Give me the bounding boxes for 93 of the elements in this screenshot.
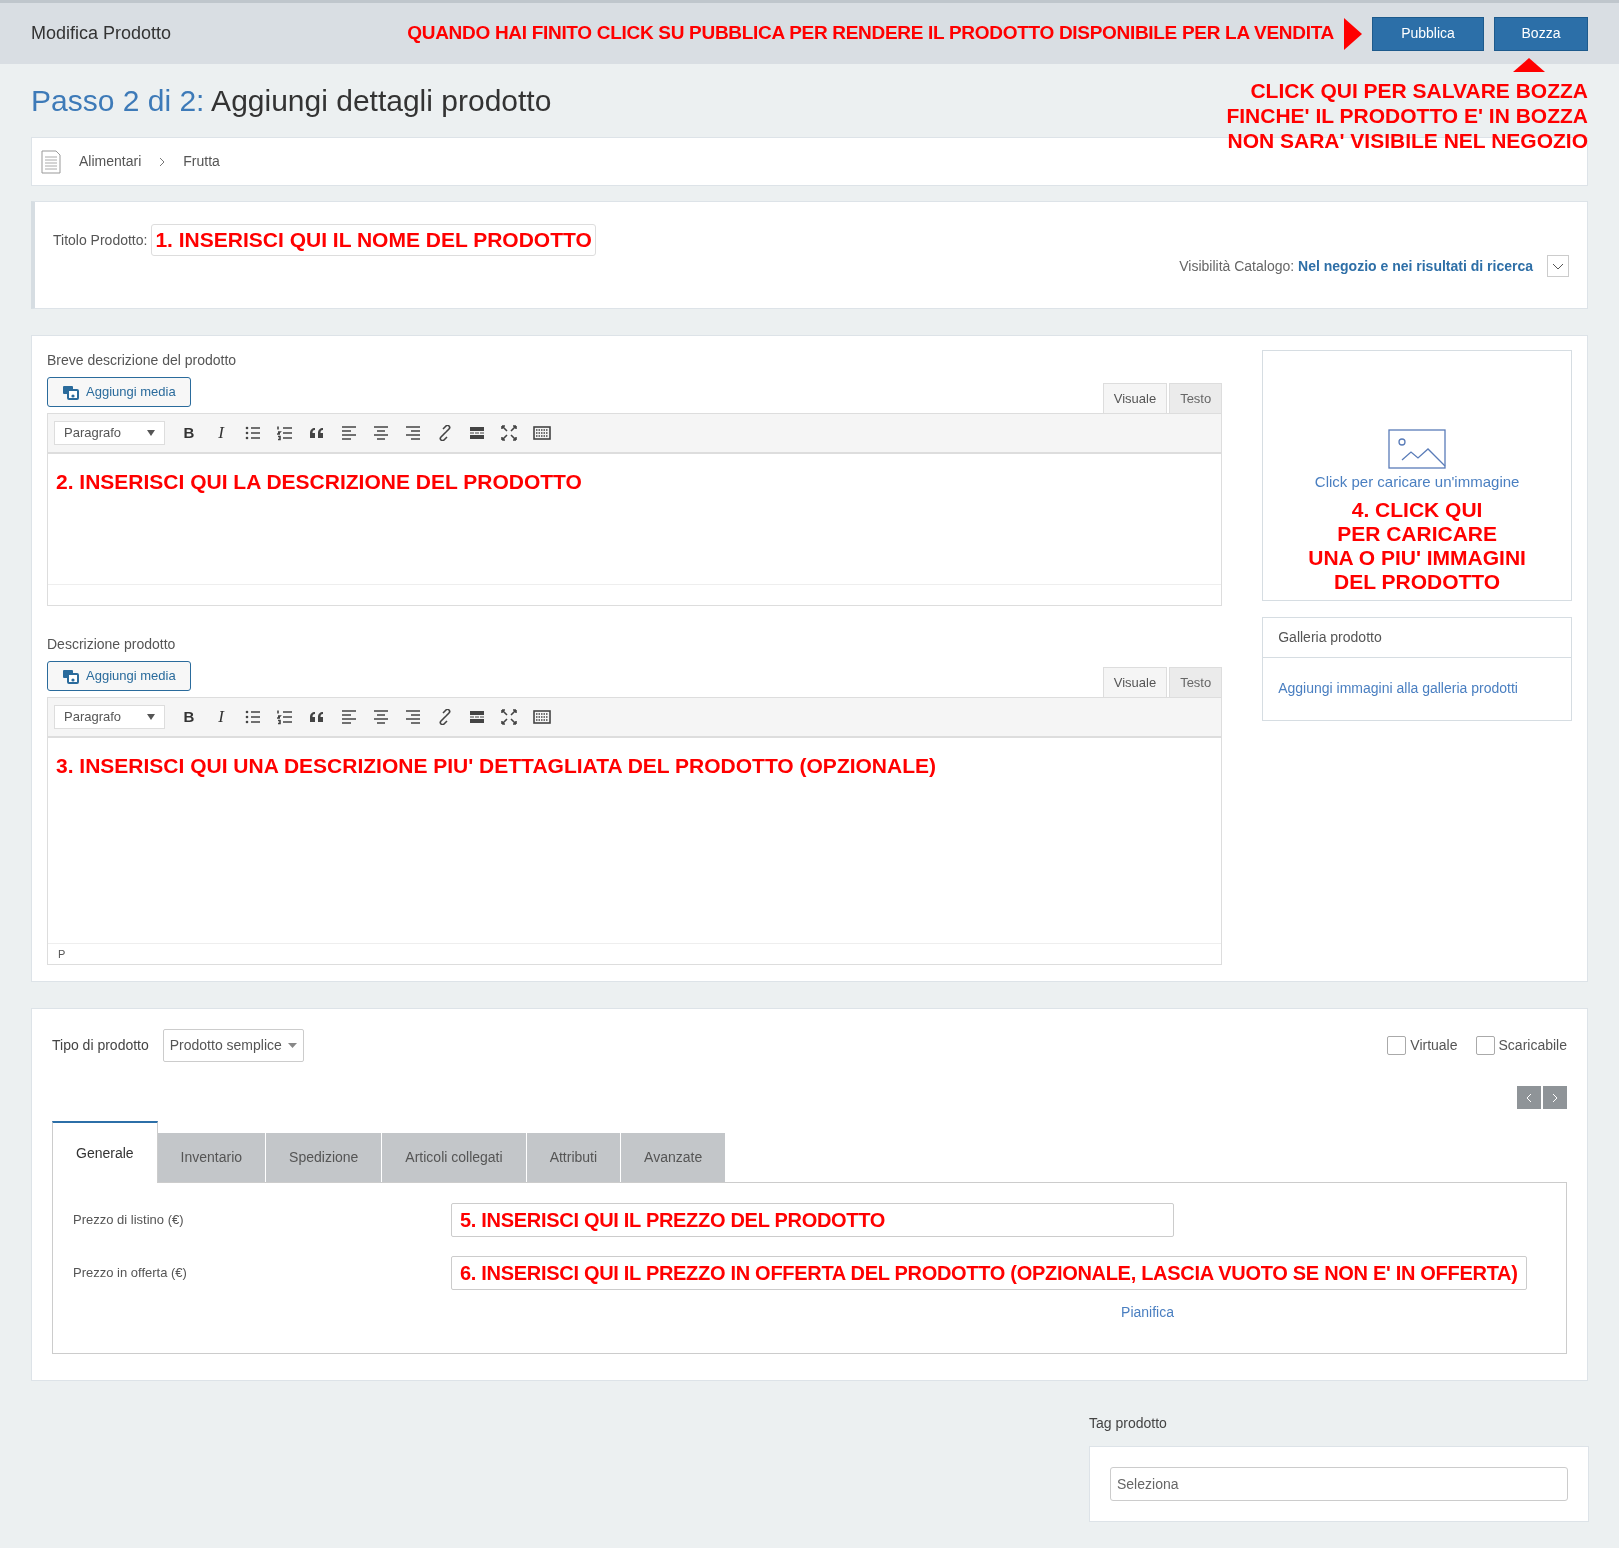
field-label: Prezzo in offerta (€) [73,1264,188,1283]
element-path: P [58,946,66,962]
numbered-list-icon[interactable] [277,425,293,441]
annotation: 4. CLICK QUI [1351,497,1483,522]
align-right-icon[interactable] [405,425,421,441]
fullscreen-icon[interactable] [501,709,517,725]
dropdown-caret-icon [287,1043,297,1048]
annotation: 5. INSERISCI QUI IL PREZZO DEL PRODOTTO [460,1208,886,1233]
dropdown-caret-icon [147,714,155,720]
bullet-list-icon[interactable] [245,709,261,725]
breadcrumb-link[interactable]: Alimentari [79,151,142,172]
annotation: UNA O PIU' IMMAGINI [1308,545,1526,570]
upload-image-link[interactable]: Click per caricare un'immagine [1314,471,1520,494]
product-data-tab[interactable]: Spedizione [266,1133,383,1182]
align-center-icon[interactable] [373,425,389,441]
screen-title: Modifica Prodotto [31,22,172,45]
tag-input[interactable]: Seleziona [1110,1467,1568,1501]
annotation: CLICK QUI PER SALVARE BOZZA [1250,78,1588,103]
checkbox-label: Scaricabile [1498,1036,1567,1055]
chevron-right-icon [159,157,166,166]
annotation: DEL PRODOTTO [1334,569,1501,594]
toolbar-toggle-icon[interactable] [533,709,551,725]
image-placeholder-icon [1388,429,1447,469]
field-label: Descrizione prodotto [47,635,177,654]
align-right-icon[interactable] [405,709,421,725]
italic-button[interactable]: I [213,704,229,730]
editor-tab[interactable]: Visuale [1102,383,1168,413]
panel-title: Galleria prodotto [1278,627,1382,647]
document-icon [41,149,61,174]
editor-tab[interactable]: Visuale [1102,667,1168,697]
publish-button[interactable]: Pubblica [1372,16,1484,51]
bold-button[interactable]: B [181,421,197,445]
field-label: Titolo Prodotto: [53,230,148,250]
media-icon [62,668,80,684]
annotation: NON SARA' VISIBILE NEL NEGOZIO [1227,128,1588,153]
right-arrow-icon [1344,17,1362,50]
draft-button[interactable]: Bozza [1494,16,1588,51]
bold-button[interactable]: B [181,705,197,729]
read-more-icon[interactable] [469,425,485,441]
annotation: 6. INSERISCI QUI IL PREZZO IN OFFERTA DEL PRODOTTO (OPZIONALE, LASCIA VUOTO SE NON E' IN OFFERTA) [460,1261,1518,1286]
add-media-button[interactable]: Aggiungi media [47,377,191,407]
annotation: QUANDO HAI FINITO CLICK SU PUBBLICA PER RENDERE IL PRODOTTO DISPONIBILE PER LA VENDITA [407,21,1334,46]
media-icon [62,384,80,400]
align-left-icon[interactable] [341,425,357,441]
visibility-text: Visibilità Catalogo: Nel negozio e nei risultati di ricerca [1179,256,1533,276]
up-arrow-icon [1513,58,1545,72]
italic-button[interactable]: I [213,420,229,446]
text-editor[interactable]: Paragrafo B I 2. INSERISCI QUI LA DESCRIZIONE DEL PRODOTTO [47,413,1223,606]
schedule-link[interactable]: Pianifica [1121,1302,1174,1323]
add-gallery-images-link[interactable]: Aggiungi immagini alla galleria prodotti [1278,678,1518,699]
format-dropdown[interactable]: Paragrafo [54,421,165,445]
chevron-right-icon [1552,1092,1558,1103]
price-input[interactable]: 6. INSERISCI QUI IL PREZZO IN OFFERTA DEL PRODOTTO (OPZIONALE, LASCIA VUOTO SE NON E' IN OFFERTA) [451,1256,1527,1290]
checkbox[interactable] [1475,1036,1495,1055]
product-data-tab[interactable]: Generale [52,1121,158,1183]
chevron-left-icon [1526,1092,1532,1103]
text-editor[interactable]: Paragrafo B I 3. INSERISCI QUI UNA DESCRIZIONE PIU' DETTAGLIATA DEL PRODOTTO (OPZIONALE) P [47,697,1223,965]
align-left-icon[interactable] [341,709,357,725]
chevron-down-icon [1552,262,1564,270]
bullet-list-icon[interactable] [245,425,261,441]
add-media-button[interactable]: Aggiungi media [47,661,191,691]
fullscreen-icon[interactable] [501,425,517,441]
dropdown-caret-icon [147,430,155,436]
annotation: PER CARICARE [1337,521,1497,546]
field-label: Tipo di prodotto [52,1036,149,1055]
toolbar-toggle-icon[interactable] [533,425,551,441]
checkbox[interactable] [1387,1036,1407,1055]
read-more-icon[interactable] [469,709,485,725]
format-dropdown[interactable]: Paragrafo [54,705,165,729]
page-heading: Passo 2 di 2: Aggiungi dettagli prodotto [31,83,552,119]
price-input[interactable]: 5. INSERISCI QUI IL PREZZO DEL PRODOTTO [451,1203,1174,1237]
link-icon[interactable] [437,709,453,725]
link-icon[interactable] [437,425,453,441]
editor-tab[interactable]: Testo [1169,383,1223,413]
annotation: 2. INSERISCI QUI LA DESCRIZIONE DEL PRODOTTO [56,470,582,493]
annotation: 3. INSERISCI QUI UNA DESCRIZIONE PIU' DETTAGLIATA DEL PRODOTTO (OPZIONALE) [56,754,937,777]
product-type-dropdown[interactable]: Prodotto semplice [162,1029,304,1062]
breadcrumb-link[interactable]: Frutta [183,151,220,172]
image-upload-area[interactable]: Click per caricare un'immagine 4. CLICK QUI PER CARICARE UNA O PIU' IMMAGINI DEL PRODOTTO [1262,350,1572,601]
checkbox-label: Virtuale [1410,1036,1458,1055]
field-label: Prezzo di listino (€) [73,1211,185,1230]
quote-icon[interactable] [309,425,325,441]
quote-icon[interactable] [309,709,325,725]
annotation: FINCHE' IL PRODOTTO E' IN BOZZA [1226,103,1588,128]
numbered-list-icon[interactable] [277,709,293,725]
field-label: Breve descrizione del prodotto [47,351,238,370]
product-data-tab[interactable]: Attributi [526,1133,622,1182]
product-data-tab[interactable]: Avanzate [621,1133,727,1182]
align-center-icon[interactable] [373,709,389,725]
product-data-tab[interactable]: Inventario [157,1133,267,1182]
product-data-tab[interactable]: Articoli collegati [382,1133,527,1182]
section-title: Tag prodotto [1089,1414,1168,1433]
editor-tab[interactable]: Testo [1169,667,1223,697]
